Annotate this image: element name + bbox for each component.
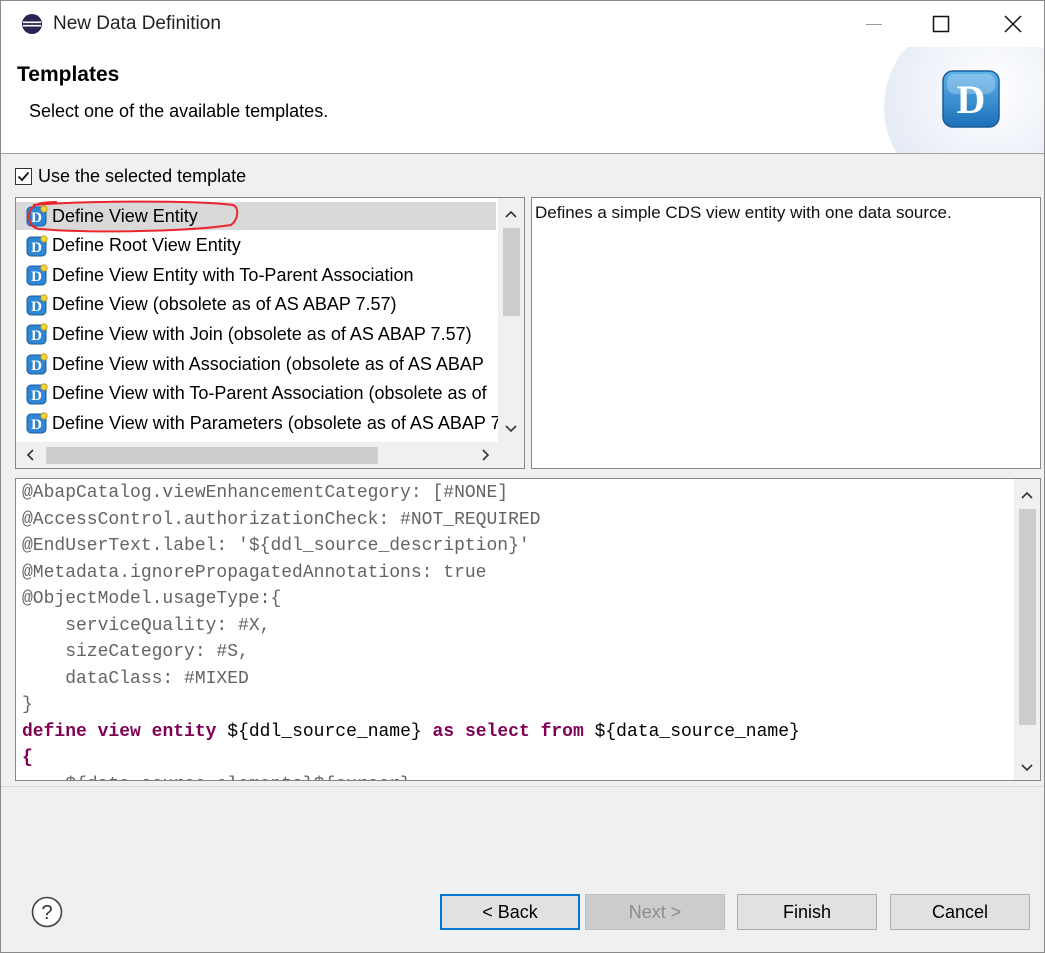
next-button-label: Next > (628, 901, 682, 922)
scroll-up-arrow-icon[interactable] (1014, 483, 1040, 509)
eclipse-icon (22, 14, 42, 34)
data-definition-icon: D (26, 323, 48, 345)
highlight-ellipse (28, 200, 239, 233)
svg-text:D: D (31, 240, 42, 256)
template-description: Defines a simple CDS view entity with on… (535, 203, 952, 222)
cancel-button-label: Cancel (931, 901, 989, 922)
use-template-label: Use the selected template (38, 165, 247, 186)
template-item[interactable]: D Define View Entity with To-Parent Assoc… (26, 261, 506, 289)
svg-text:?: ? (41, 902, 52, 924)
template-list-vertical-scrollbar[interactable] (498, 198, 524, 442)
template-item[interactable]: D Define View with To-Parent Association … (26, 380, 506, 408)
data-definition-icon: D (26, 234, 48, 257)
template-item-label: Define View with Join (obsolete as of AS… (52, 323, 472, 344)
code-line: @ObjectModel.usageType:{ (22, 589, 282, 609)
scroll-up-arrow-icon[interactable] (498, 202, 524, 228)
data-definition-icon: D (26, 353, 48, 375)
data-definition-icon: D (26, 264, 48, 286)
help-icon[interactable]: ? (31, 896, 63, 928)
maximize-button[interactable] (911, 1, 971, 47)
code-line: } (22, 695, 33, 715)
svg-text:D: D (31, 328, 42, 344)
code-line: ${data_source_elements}${cursor} (22, 775, 411, 781)
scroll-left-arrow-icon[interactable] (18, 442, 44, 468)
template-item-label: Define View with To-Parent Association (… (52, 383, 487, 404)
close-icon (1004, 15, 1022, 33)
title-bar: New Data Definition (1, 1, 1044, 47)
code-line: dataClass: #MIXED (22, 668, 249, 689)
data-definition-icon: D (26, 382, 48, 405)
template-item-label: Define View Entity with To-Parent Associ… (52, 264, 414, 285)
window-title: New Data Definition (53, 13, 221, 34)
svg-text:D: D (31, 269, 42, 285)
svg-text:D: D (31, 299, 42, 315)
data-definition-icon: D (26, 412, 48, 434)
use-template-row[interactable]: Use the selected template (15, 164, 246, 188)
template-preview[interactable]: @AbapCatalog.viewEnhancementCategory: [#… (15, 478, 1041, 781)
svg-text:D: D (31, 358, 42, 374)
code-line: @Metadata.ignorePropagatedAnnotations: t… (22, 562, 487, 583)
back-button-label: < Back (482, 901, 538, 922)
back-button[interactable]: < Back (440, 894, 580, 930)
scroll-thumb[interactable] (503, 228, 520, 316)
scroll-down-arrow-icon[interactable] (498, 416, 524, 442)
template-item-label: Define View (obsolete as of AS ABAP 7.57… (52, 294, 397, 315)
svg-text:D: D (31, 417, 42, 433)
minimize-icon (866, 24, 882, 25)
template-item[interactable]: D Define View (obsolete as of AS ABAP 7.5… (26, 291, 506, 319)
template-list-horizontal-scrollbar[interactable] (16, 442, 524, 468)
template-list[interactable]: D Define View Entity D Define Root View Ent… (15, 197, 525, 469)
wizard-banner: Templates Select one of the available te… (1, 47, 1044, 154)
code-line: @EndUserText.label: '${ddl_source_descri… (22, 536, 530, 556)
maximize-icon (932, 15, 950, 33)
svg-text:D: D (31, 388, 42, 404)
page-description: Select one of the available templates. (29, 101, 329, 121)
template-item-label: Define View with Association (obsolete a… (52, 353, 484, 374)
next-button[interactable]: Next > (585, 894, 725, 930)
svg-text:D: D (957, 77, 986, 122)
template-item[interactable]: D Define Root View Entity (26, 232, 506, 260)
code-line: sizeCategory: #S, (22, 642, 249, 662)
cancel-button[interactable]: Cancel (890, 894, 1030, 930)
template-item[interactable]: D Define View with Association (obsolete … (26, 350, 506, 378)
template-item[interactable]: D Define View with Join (obsolete as of A… (26, 320, 506, 348)
minimize-button[interactable] (844, 1, 904, 47)
footer-separator (1, 786, 1044, 787)
scroll-down-arrow-icon[interactable] (1014, 755, 1040, 781)
finish-button[interactable]: Finish (737, 894, 877, 930)
data-definition-logo-icon: D (942, 70, 1000, 128)
checkmark-icon (17, 171, 30, 181)
scroll-right-arrow-icon[interactable] (472, 442, 498, 468)
preview-vertical-scrollbar[interactable] (1014, 479, 1040, 780)
finish-button-label: Finish (782, 901, 831, 922)
scroll-thumb[interactable] (1019, 509, 1036, 725)
template-item-label: Define View with Parameters (obsolete as… (52, 412, 501, 433)
dialog-window: New Data Definition Templates Select one… (0, 0, 1045, 953)
data-definition-icon: D (26, 294, 48, 316)
template-item-label: Define Root View Entity (52, 235, 241, 256)
horizontal-scroll-thumb[interactable] (46, 447, 378, 464)
use-template-checkbox[interactable] (15, 167, 32, 185)
template-item[interactable]: D Define View with Parameters (obsolete a… (26, 409, 506, 437)
code-line: serviceQuality: #X, (22, 615, 271, 636)
template-description-panel: Defines a simple CDS view entity with on… (531, 197, 1041, 469)
code-line: @AccessControl.authorizationCheck: #NOT_… (22, 509, 541, 530)
page-title: Templates (17, 63, 120, 86)
code-line: @AbapCatalog.viewEnhancementCategory: [#… (22, 483, 509, 503)
close-button[interactable] (983, 1, 1043, 47)
code-line: define view entity ${ddl_source_name} as… (22, 721, 800, 742)
code-line: { (22, 748, 33, 768)
